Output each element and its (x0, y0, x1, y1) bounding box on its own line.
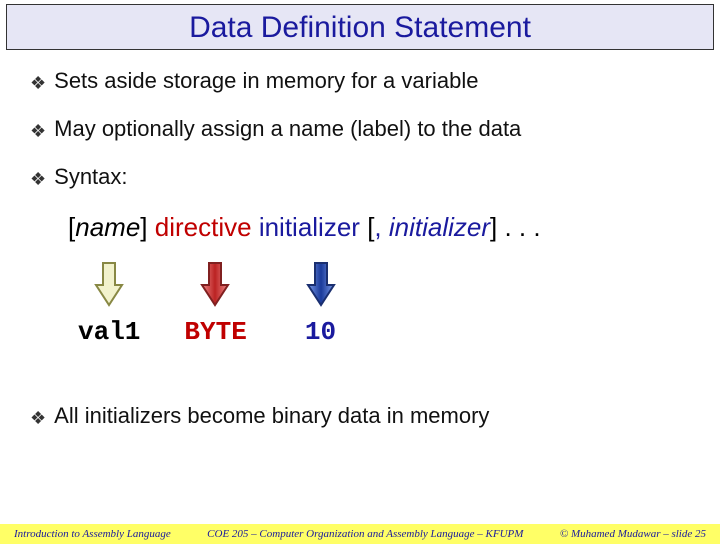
syntax-space (252, 212, 259, 242)
syntax-bracket: [ (360, 212, 374, 242)
bullet-item: ❖ Syntax: (30, 164, 690, 190)
footer-left: Introduction to Assembly Language (14, 528, 171, 540)
syntax-dots: . . . (497, 212, 540, 242)
syntax-name: name (75, 212, 140, 242)
syntax-definition: [name] directive initializer [, initiali… (68, 212, 690, 243)
footer-right: © Muhamed Mudawar – slide 25 (560, 528, 706, 540)
syntax-comma: , (374, 212, 388, 242)
content-area: ❖ Sets aside storage in memory for a var… (0, 50, 720, 429)
syntax-initializer: initializer (389, 212, 490, 242)
footer-bar: Introduction to Assembly Language COE 20… (0, 524, 720, 544)
arrow-shape (308, 263, 334, 305)
bullet-text: Syntax: (54, 164, 127, 190)
arrow-row (94, 261, 690, 307)
title-bar: Data Definition Statement (6, 4, 714, 50)
down-arrow-icon (94, 261, 124, 307)
syntax-directive: directive (155, 212, 252, 242)
bullet-item: ❖ All initializers become binary data in… (30, 403, 690, 429)
example-label: val1 (78, 317, 140, 347)
diamond-bullet-icon: ❖ (30, 118, 46, 144)
down-arrow-icon (306, 261, 336, 307)
diamond-bullet-icon: ❖ (30, 166, 46, 192)
example-directive: BYTE (184, 317, 246, 347)
bullet-item: ❖ Sets aside storage in memory for a var… (30, 68, 690, 94)
example-code: val1 BYTE 10 (78, 317, 690, 347)
arrow-shape (202, 263, 228, 305)
example-value: 10 (305, 317, 336, 347)
syntax-initializer: initializer (259, 212, 360, 242)
down-arrow-icon (200, 261, 230, 307)
syntax-bracket: ] (140, 212, 147, 242)
bullet-text: All initializers become binary data in m… (54, 403, 489, 429)
syntax-space (148, 212, 155, 242)
slide-title: Data Definition Statement (189, 11, 531, 44)
diamond-bullet-icon: ❖ (30, 70, 46, 96)
bullet-text: May optionally assign a name (label) to … (54, 116, 521, 142)
bullet-item: ❖ May optionally assign a name (label) t… (30, 116, 690, 142)
diamond-bullet-icon: ❖ (30, 405, 46, 431)
bullet-text: Sets aside storage in memory for a varia… (54, 68, 478, 94)
footer-center: COE 205 – Computer Organization and Asse… (207, 528, 523, 540)
